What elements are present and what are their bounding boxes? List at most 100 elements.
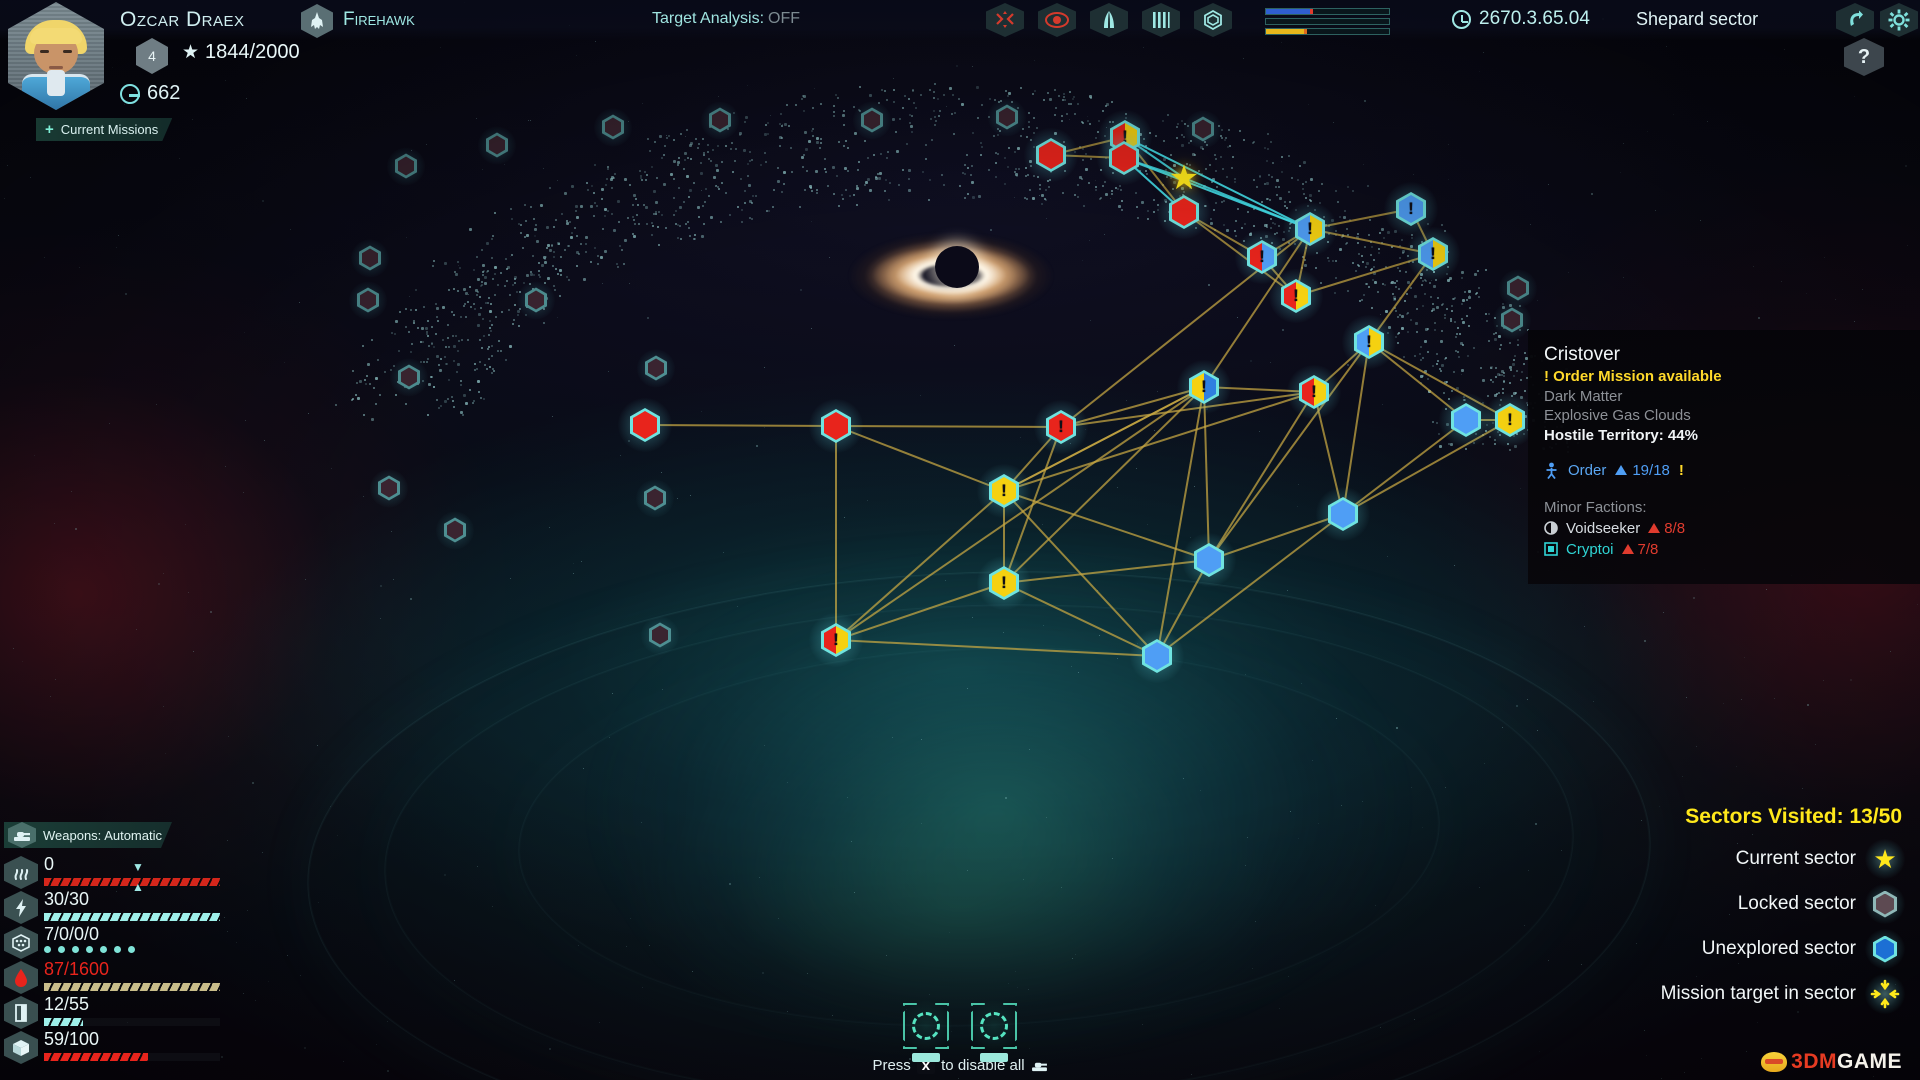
legend-row: Mission target in sector: [1661, 977, 1902, 1011]
sector-node[interactable]: !: [989, 474, 1019, 508]
sector-node-locked[interactable]: [996, 105, 1018, 130]
sector-node-locked[interactable]: [861, 108, 883, 133]
sector-node-locked[interactable]: [359, 246, 381, 271]
threat-scatter-icon[interactable]: [986, 3, 1024, 37]
tooltip-title: Cristover: [1544, 344, 1904, 366]
hint-prefix: Press: [872, 1057, 910, 1074]
sector-node-locked[interactable]: [602, 115, 624, 140]
sector-tooltip: Cristover ! Order Mission available Dark…: [1528, 330, 1920, 584]
tooltip-trait-1: Explosive Gas Clouds: [1544, 407, 1904, 426]
current-sector-star[interactable]: ★: [1169, 161, 1199, 195]
sector-node[interactable]: [630, 408, 660, 442]
date-value: 2670.3.65.04: [1479, 8, 1590, 30]
blue-resource-bar: [1265, 8, 1390, 15]
minor-faction-count: 8/8: [1648, 520, 1685, 537]
shield-pip: [128, 946, 135, 953]
eye-scanner-icon[interactable]: [1038, 3, 1076, 37]
sector-node-locked[interactable]: [1501, 308, 1523, 333]
sector-node-locked[interactable]: [398, 365, 420, 390]
warning-triangle-icon: [1648, 523, 1660, 533]
tooltip-faction-name: Order: [1568, 462, 1606, 479]
ability-slot-2[interactable]: [967, 999, 1021, 1053]
xp-value: 1844/2000: [205, 41, 300, 64]
locked-hex-icon: [1868, 887, 1902, 921]
energy-stat-track: [44, 913, 220, 921]
ship-glyph: [308, 11, 326, 31]
sector-node[interactable]: [821, 409, 851, 443]
sector-node[interactable]: [1194, 543, 1224, 577]
shield-pip: [72, 946, 79, 953]
sector-node-locked[interactable]: [709, 108, 731, 133]
sectors-visited: Sectors Visited: 13/50: [1661, 805, 1902, 829]
shield-stat: 7/0/0/0: [2, 926, 230, 959]
tooltip-faction-row: Order 19/18 !: [1544, 462, 1904, 479]
weapons-mode-button[interactable]: Weapons: Automatic: [4, 822, 172, 848]
sector-node[interactable]: !: [1396, 192, 1426, 226]
sector-node-locked[interactable]: [444, 518, 466, 543]
hull-stat-fill: [44, 983, 220, 991]
minor-faction-name: Cryptoi: [1566, 541, 1614, 558]
resource-bars: [1265, 6, 1390, 34]
sector-node[interactable]: !: [821, 623, 851, 657]
sector-node-locked[interactable]: [486, 133, 508, 158]
ship-icon[interactable]: [301, 4, 333, 38]
warning-triangle-icon: [1615, 465, 1627, 475]
ability-slot-1[interactable]: [899, 999, 953, 1053]
sector-node[interactable]: !: [1495, 403, 1525, 437]
target-analysis-value[interactable]: OFF: [768, 10, 800, 28]
sector-node[interactable]: [1036, 138, 1066, 172]
blood-drop-icon: [4, 961, 38, 994]
unexplored-hex-icon: [1868, 932, 1902, 966]
sector-node-locked[interactable]: [649, 623, 671, 648]
sector-node-locked[interactable]: [525, 288, 547, 313]
current-missions-button[interactable]: + Current Missions: [36, 118, 172, 141]
sector-node[interactable]: !: [1295, 212, 1325, 246]
sector-node-locked[interactable]: [1507, 276, 1529, 301]
shield-dots-icon: [4, 926, 38, 959]
sector-node[interactable]: !: [1418, 237, 1448, 271]
bars-cargo-icon[interactable]: [1142, 3, 1180, 37]
legend-row: Unexplored sector: [1661, 932, 1902, 966]
legend-row: Current sector ★: [1661, 842, 1902, 876]
resource-bar-mid: [1265, 18, 1390, 25]
current-missions-label: Current Missions: [61, 122, 159, 137]
shield-pip: [44, 946, 51, 953]
sector-node[interactable]: [1451, 403, 1481, 437]
sector-node[interactable]: !: [1281, 279, 1311, 313]
xp-display: ★ 1844/2000: [182, 41, 300, 64]
return-arrow-icon[interactable]: [1836, 3, 1874, 37]
sector-node[interactable]: [1142, 639, 1172, 673]
sector-node[interactable]: [1169, 195, 1199, 229]
bird-logo-icon: [1761, 1052, 1787, 1072]
gear-icon[interactable]: [1880, 3, 1918, 37]
turret-icon: [1031, 1059, 1048, 1072]
legend-label: Locked sector: [1738, 893, 1856, 915]
shield-stat-pips: [44, 946, 135, 953]
sector-node[interactable]: !: [1247, 240, 1277, 274]
game-viewport: !!!!!!!!!!!!!! ★ Ozcar Draex 4 ★ 1844/200…: [0, 0, 1920, 1080]
hex-shield-icon[interactable]: [1194, 3, 1232, 37]
shield-pip: [86, 946, 93, 953]
sector-node-locked[interactable]: [1192, 117, 1214, 142]
sector-node[interactable]: [1328, 497, 1358, 531]
yellow-resource-bar: [1265, 28, 1390, 35]
sector-node-locked[interactable]: [645, 356, 667, 381]
tooltip-minor-faction-row: Cryptoi 7/8: [1544, 541, 1904, 558]
sector-node-locked[interactable]: [357, 288, 379, 313]
credits-display: 662: [120, 82, 180, 105]
sector-node[interactable]: [1109, 141, 1139, 175]
sector-node[interactable]: !: [989, 566, 1019, 600]
sector-node-locked[interactable]: [644, 486, 666, 511]
sector-node[interactable]: !: [1354, 325, 1384, 359]
sector-node[interactable]: !: [1046, 410, 1076, 444]
sector-node[interactable]: !: [1299, 375, 1329, 409]
sector-node-locked[interactable]: [378, 476, 400, 501]
tooltip-order-mission: ! Order Mission available: [1544, 368, 1904, 385]
lightning-icon: [4, 891, 38, 924]
commander-portrait[interactable]: [8, 2, 104, 110]
hull-stat: 87/1600: [2, 961, 230, 994]
engine-thruster-icon[interactable]: [1090, 3, 1128, 37]
tooltip-faction-strength: 19/18: [1615, 462, 1670, 479]
sector-node-locked[interactable]: [395, 154, 417, 179]
sector-node[interactable]: !: [1189, 370, 1219, 404]
